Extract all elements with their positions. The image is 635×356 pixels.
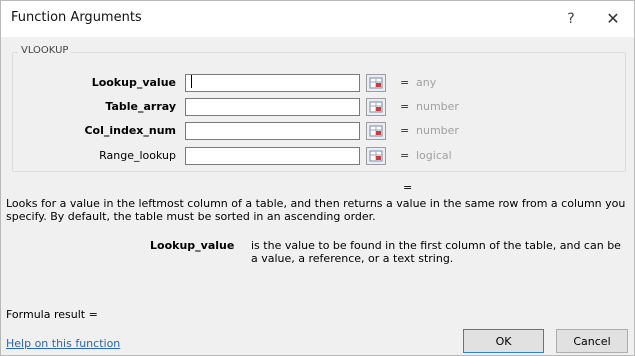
col-index-num-label: Col_index_num bbox=[84, 124, 176, 137]
table-array-input[interactable] bbox=[185, 98, 360, 116]
function-description: Looks for a value in the leftmost column… bbox=[6, 197, 626, 223]
lookup-value-input[interactable] bbox=[185, 74, 360, 92]
table-array-equals: = bbox=[400, 100, 410, 113]
range-select-icon bbox=[369, 77, 383, 89]
dialog-title: Function Arguments bbox=[11, 10, 142, 25]
lookup-value-label: Lookup_value bbox=[91, 76, 176, 89]
lookup-value-type: any bbox=[416, 76, 437, 89]
result-equals: = bbox=[403, 181, 413, 194]
help-on-function-link[interactable]: Help on this function bbox=[6, 337, 120, 350]
range-lookup-input[interactable] bbox=[185, 147, 360, 165]
param-description: is the value to be found in the first co… bbox=[251, 239, 621, 265]
table-array-ref-button[interactable] bbox=[366, 98, 386, 116]
param-name: Lookup_value bbox=[150, 239, 235, 252]
group-label: VLOOKUP bbox=[18, 45, 72, 56]
col-index-num-input[interactable] bbox=[185, 122, 360, 140]
range-lookup-type: logical bbox=[416, 149, 452, 162]
table-array-label: Table_array bbox=[105, 100, 176, 113]
col-index-num-equals: = bbox=[400, 124, 410, 137]
function-arguments-dialog: Function Arguments ? ✕ VLOOKUP Lookup_va… bbox=[0, 0, 635, 356]
lookup-value-equals: = bbox=[400, 76, 410, 89]
lookup-value-ref-button[interactable] bbox=[366, 74, 386, 92]
formula-result: Formula result = bbox=[6, 308, 98, 321]
table-array-type: number bbox=[416, 100, 459, 113]
range-lookup-label: Range_lookup bbox=[99, 149, 176, 162]
range-select-icon bbox=[369, 101, 383, 113]
cancel-button[interactable]: Cancel bbox=[556, 329, 628, 353]
range-select-icon bbox=[369, 125, 383, 137]
ok-button[interactable]: OK bbox=[463, 329, 544, 353]
title-bar: Function Arguments ? ✕ bbox=[1, 1, 634, 37]
col-index-num-type: number bbox=[416, 124, 459, 137]
help-button[interactable]: ? bbox=[557, 5, 585, 33]
range-lookup-equals: = bbox=[400, 149, 410, 162]
close-button[interactable]: ✕ bbox=[599, 5, 627, 33]
range-lookup-ref-button[interactable] bbox=[366, 147, 386, 165]
col-index-num-ref-button[interactable] bbox=[366, 122, 386, 140]
text-caret bbox=[191, 75, 192, 88]
range-select-icon bbox=[369, 150, 383, 162]
